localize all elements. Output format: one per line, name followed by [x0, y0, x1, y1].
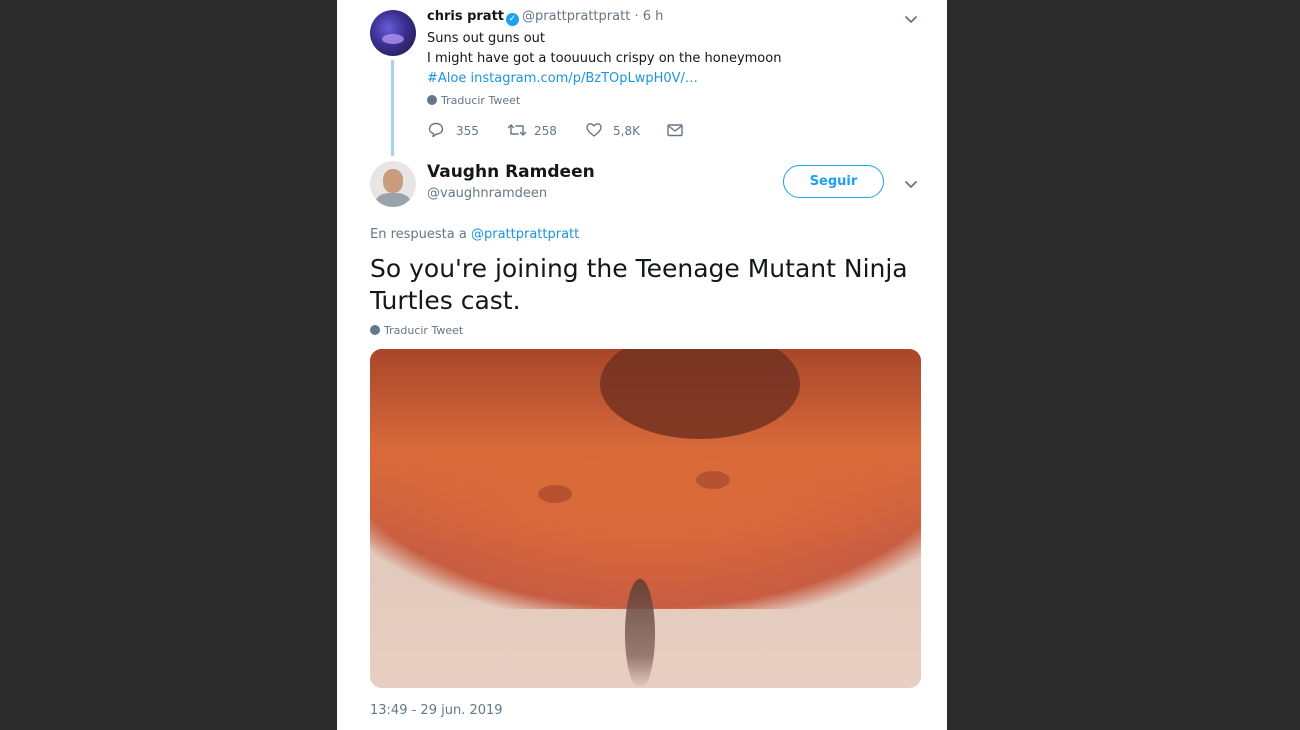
- hashtag-link[interactable]: #Aloe: [427, 71, 466, 86]
- retweet-count: 258: [534, 124, 557, 138]
- parent-line-2: I might have got a toouuuch crispy on th…: [427, 51, 782, 66]
- right-backdrop: [947, 0, 1300, 730]
- globe-icon: [370, 325, 380, 335]
- tweet-photo[interactable]: [370, 349, 921, 688]
- reply-handle[interactable]: @vaughnramdeen: [427, 186, 547, 201]
- chevron-down-icon[interactable]: [903, 11, 919, 27]
- parent-time[interactable]: · 6 h: [634, 9, 663, 24]
- parent-translate[interactable]: Traducir Tweet: [427, 94, 520, 107]
- reply-display-name[interactable]: Vaughn Ramdeen: [427, 162, 595, 182]
- parent-tweet-text: Suns out guns out I might have got a too…: [427, 29, 781, 89]
- parent-display-name[interactable]: chris pratt: [427, 9, 504, 24]
- left-backdrop: [0, 0, 337, 730]
- reply-to-handle[interactable]: @prattprattpratt: [471, 227, 579, 242]
- globe-icon: [427, 95, 437, 105]
- parent-handle[interactable]: @prattprattpratt: [522, 9, 630, 24]
- tweet-timestamp[interactable]: 13:49 - 29 jun. 2019: [370, 703, 503, 718]
- retweet-icon: [507, 124, 527, 136]
- tweet-panel: chris pratt ✓ @prattprattpratt · 6 h Suns …: [337, 0, 947, 730]
- reply-avatar[interactable]: [370, 161, 416, 207]
- follow-button[interactable]: Seguir: [783, 165, 884, 198]
- reply-context: En respuesta a @prattprattpratt: [370, 227, 579, 242]
- parent-avatar[interactable]: [370, 10, 416, 56]
- parent-tweet-header: chris pratt ✓ @prattprattpratt · 6 h: [427, 9, 663, 26]
- instagram-link[interactable]: instagram.com/p/BzTOpLwpH0V/…: [471, 71, 698, 86]
- reply-translate[interactable]: Traducir Tweet: [370, 324, 463, 337]
- envelope-icon: [667, 124, 683, 137]
- reply-translate-label: Traducir Tweet: [384, 324, 464, 337]
- reply-icon: [428, 122, 444, 138]
- parent-translate-label: Traducir Tweet: [441, 94, 521, 107]
- heart-icon: [586, 123, 602, 137]
- reply-tweet-text: So you're joining the Teenage Mutant Nin…: [370, 254, 908, 315]
- chevron-down-icon[interactable]: [903, 176, 919, 192]
- parent-line-1: Suns out guns out: [427, 31, 545, 46]
- reply-to-prefix: En respuesta a: [370, 227, 467, 242]
- reply-count: 355: [456, 124, 479, 138]
- like-count: 5,8K: [613, 124, 640, 138]
- verified-badge-icon: ✓: [506, 13, 520, 26]
- thread-line: [391, 60, 394, 156]
